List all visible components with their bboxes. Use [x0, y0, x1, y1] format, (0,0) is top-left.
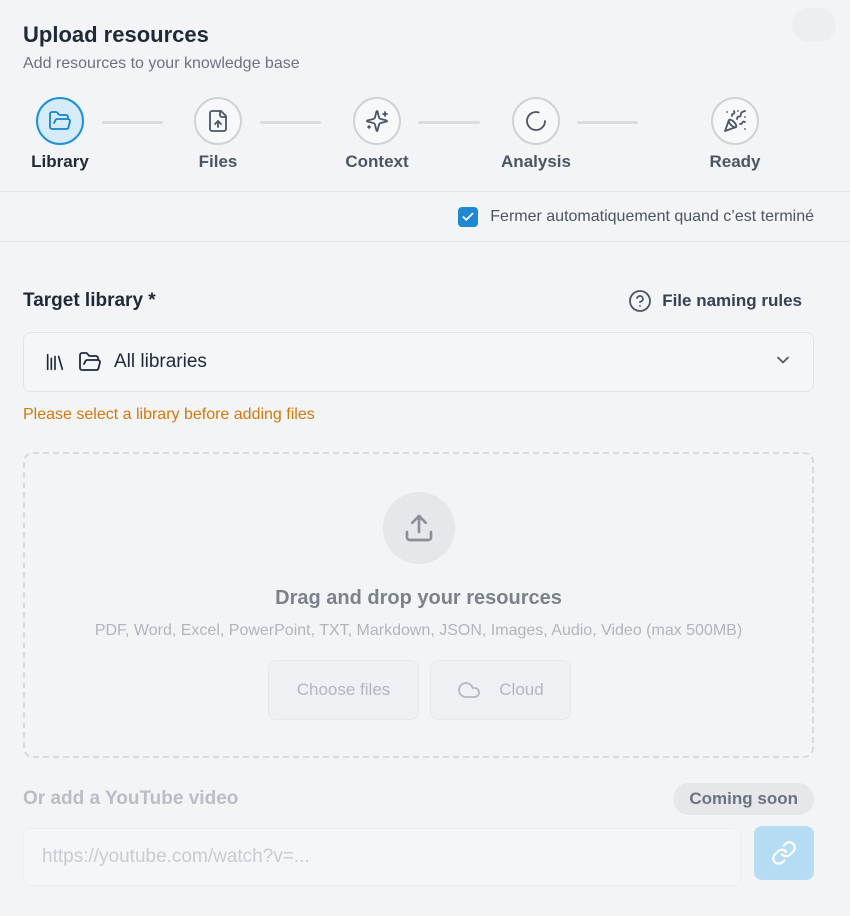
step-label: Analysis: [501, 152, 571, 171]
step-connector: [102, 121, 163, 124]
step-label: Files: [198, 152, 238, 171]
youtube-label: Or add a YouTube video: [23, 788, 239, 809]
progress-stepper: Library Files Context Analysis Ready: [0, 97, 850, 177]
step-label: Ready: [709, 152, 761, 171]
folder-open-icon: [49, 111, 71, 130]
choose-files-button[interactable]: Choose files: [268, 660, 419, 720]
party-popper-icon: [724, 110, 746, 132]
target-library-header: Target library * File naming rules: [23, 283, 814, 319]
add-youtube-link-button[interactable]: [754, 826, 814, 880]
file-dropzone[interactable]: Drag and drop your resources PDF, Word, …: [23, 452, 814, 758]
choose-files-label: Choose files: [296, 680, 391, 699]
file-naming-rules-button[interactable]: File naming rules: [628, 289, 814, 313]
dropzone-formats: PDF, Word, Excel, PowerPoint, TXT, Markd…: [94, 622, 743, 639]
loader-icon: [526, 111, 546, 131]
dialog-header: Upload resources Add resources to your k…: [0, 0, 850, 192]
youtube-url-input[interactable]: [23, 828, 741, 886]
library-icon: [44, 351, 66, 373]
step-analysis[interactable]: Analysis: [486, 97, 586, 172]
autoclose-label[interactable]: Fermer automatiquement quand c’est termi…: [490, 208, 814, 226]
library-warning: Please select a library before adding fi…: [23, 406, 315, 423]
coming-soon-badge: Coming soon: [673, 783, 814, 815]
autoclose-row: Fermer automatiquement quand c’est termi…: [0, 192, 850, 242]
step-label: Context: [345, 152, 409, 171]
target-library-label: Target library *: [23, 290, 156, 311]
step-context[interactable]: Context: [327, 97, 427, 172]
file-naming-rules-label: File naming rules: [662, 291, 802, 310]
upload-icon: [405, 514, 433, 542]
autoclose-checkbox[interactable]: [458, 206, 479, 227]
upload-icon-wrapper: [383, 492, 455, 564]
youtube-header: Or add a YouTube video Coming soon: [23, 782, 814, 816]
cloud-label: Cloud: [499, 680, 544, 699]
cloud-icon: [458, 682, 481, 698]
chevron-down-icon: [773, 350, 793, 375]
step-ready[interactable]: Ready: [685, 97, 785, 172]
help-circle-icon: [629, 290, 652, 312]
step-connector: [260, 121, 321, 124]
check-icon: [462, 212, 474, 221]
link-icon: [772, 841, 796, 865]
step-connector: [418, 121, 480, 124]
step-library[interactable]: Library: [10, 97, 110, 172]
library-select[interactable]: All libraries: [23, 332, 814, 392]
file-upload-icon: [209, 110, 227, 132]
page-subtitle: Add resources to your knowledge base: [23, 55, 300, 72]
step-files[interactable]: Files: [168, 97, 268, 172]
folder-open-icon: [78, 350, 102, 374]
dropzone-title: Drag and drop your resources: [275, 587, 562, 609]
sparkles-icon: [366, 110, 388, 132]
step-connector: [577, 121, 638, 124]
page-title: Upload resources: [23, 22, 209, 47]
cloud-button[interactable]: Cloud: [430, 660, 571, 720]
step-label: Library: [31, 152, 89, 171]
library-select-value: All libraries: [114, 351, 207, 372]
